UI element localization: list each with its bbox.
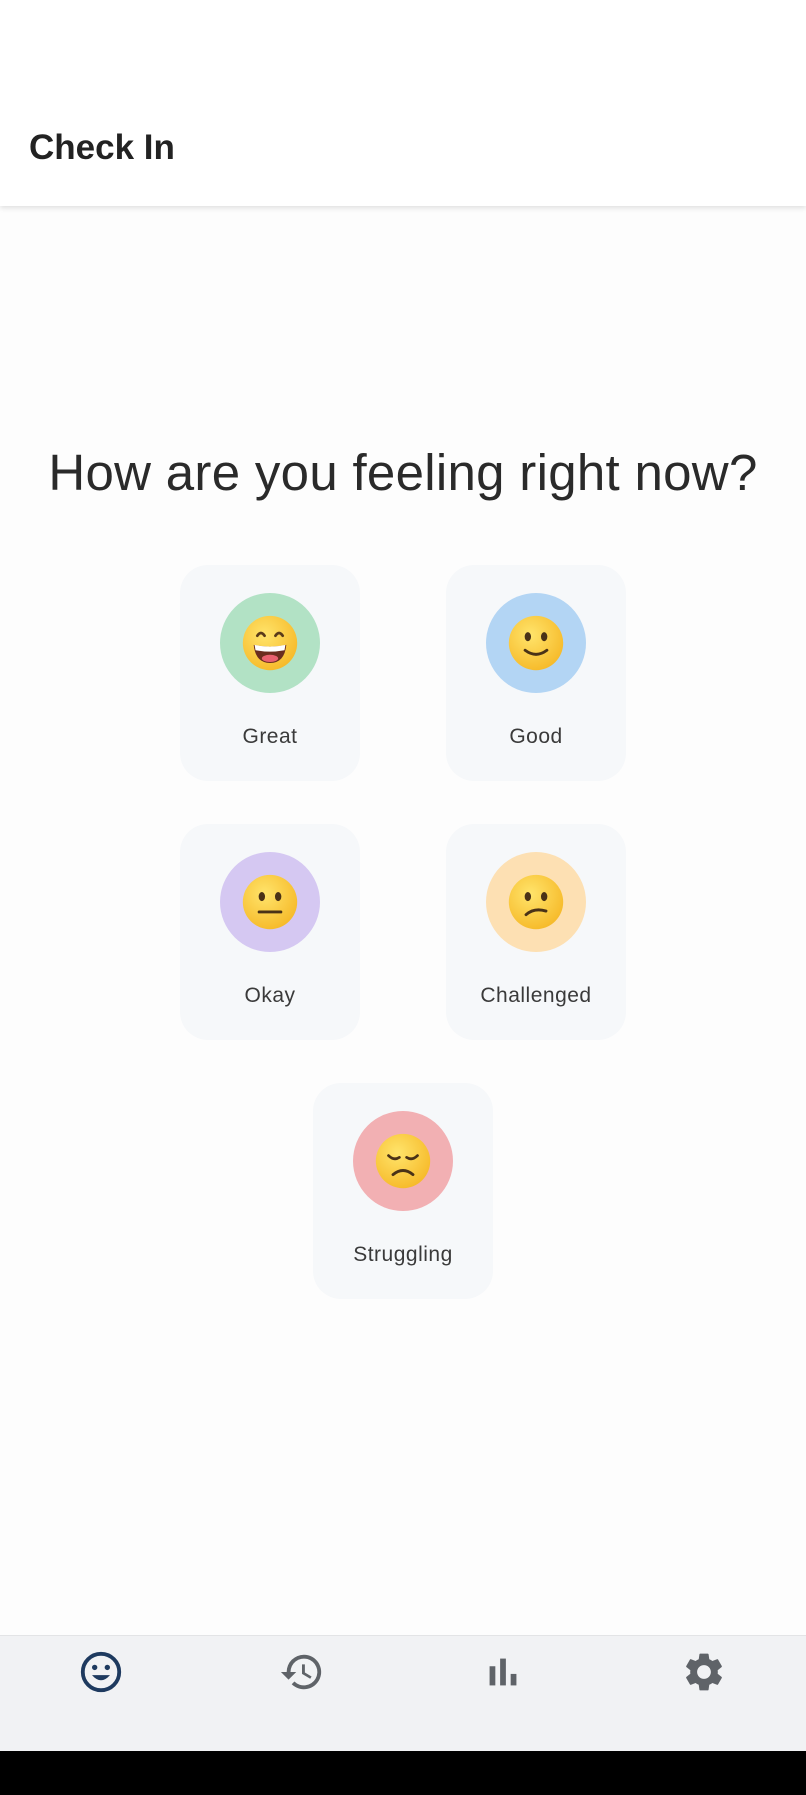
mood-circle bbox=[353, 1111, 453, 1211]
system-navigation-bar bbox=[0, 1751, 806, 1795]
mood-label: Okay bbox=[244, 984, 296, 1007]
mood-option-struggling[interactable]: Struggling bbox=[313, 1083, 493, 1299]
mood-circle bbox=[220, 593, 320, 693]
history-icon bbox=[280, 1654, 321, 1690]
confused-face-icon bbox=[508, 874, 564, 930]
check-in-screen: Check In How are you feeling right now? … bbox=[0, 0, 806, 1795]
mood-label: Challenged bbox=[480, 984, 592, 1007]
mood-circle bbox=[486, 852, 586, 952]
disappointed-face-icon bbox=[375, 1133, 431, 1189]
mood-option-okay[interactable]: Okay bbox=[180, 824, 360, 1040]
neutral-face-icon bbox=[242, 874, 298, 930]
app-bar: Check In bbox=[0, 0, 806, 206]
nav-item-history[interactable] bbox=[201, 1636, 402, 1752]
mood-option-good[interactable]: Good bbox=[446, 565, 626, 781]
mood-question: How are you feeling right now? bbox=[48, 444, 758, 501]
mood-icon bbox=[80, 1651, 121, 1693]
nav-item-check-in[interactable] bbox=[0, 1636, 201, 1752]
mood-circle bbox=[220, 852, 320, 952]
slightly-smiling-face-icon bbox=[508, 615, 564, 671]
page-title: Check In bbox=[29, 128, 175, 167]
mood-option-challenged[interactable]: Challenged bbox=[446, 824, 626, 1040]
mood-label: Great bbox=[242, 725, 298, 748]
settings-icon bbox=[685, 1653, 722, 1691]
bottom-navigation bbox=[0, 1635, 806, 1751]
mood-label: Struggling bbox=[353, 1243, 453, 1266]
mood-circle bbox=[486, 593, 586, 693]
mood-label: Good bbox=[509, 725, 563, 748]
mood-option-great[interactable]: Great bbox=[180, 565, 360, 781]
nav-item-stats[interactable] bbox=[402, 1636, 603, 1752]
grinning-face-icon bbox=[242, 615, 298, 671]
bar-chart-icon bbox=[489, 1658, 516, 1686]
nav-item-settings[interactable] bbox=[603, 1636, 804, 1752]
